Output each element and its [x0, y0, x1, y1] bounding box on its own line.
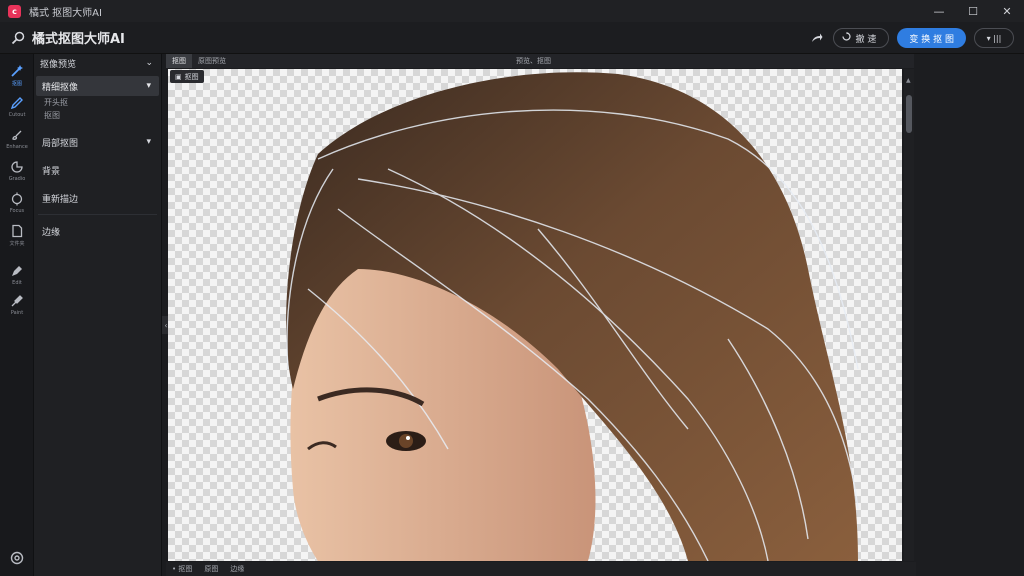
rail-label: Gradio	[8, 176, 26, 182]
cutout-subject-image	[286, 72, 859, 561]
local-cutout-label: 局部抠图	[42, 138, 79, 149]
canvas-vertical-scrollbar[interactable]: ▲	[904, 69, 914, 561]
edge-label: 边缘	[42, 227, 61, 238]
scrollbar-thumb[interactable]	[906, 95, 912, 133]
more-options-dropdown[interactable]: ▾ |||	[974, 28, 1014, 48]
pen-icon	[10, 97, 23, 110]
settings-panel: 抠像预览 ⌄ 精细抠像 ▾ 开头抠 抠图 局部抠图 ▾ 背景 重新描边 边缘	[34, 54, 162, 576]
canvas-tab-bar: 抠图 原图预览 预览、抠图	[166, 54, 916, 68]
rail-item-edit[interactable]: Edit	[0, 264, 34, 286]
caret-down-icon: ▾	[146, 81, 151, 91]
rail-item-cutout[interactable]: 抠图	[0, 64, 34, 87]
rail-item-paint[interactable]: Paint	[0, 294, 34, 316]
status-item[interactable]: • 抠图	[172, 564, 192, 574]
rail-label: Edit	[12, 280, 22, 286]
app-brand-title: 橘式抠图大师AI	[32, 32, 125, 47]
paint-icon	[11, 295, 23, 307]
toolbar: 橘式抠图大师AI 撤 速 变 换 抠 图 ▾ |||	[0, 22, 1024, 54]
rail-label: 抠图	[11, 81, 22, 87]
close-button[interactable]: ✕	[990, 0, 1024, 22]
canvas-view-label: 预览、抠图	[516, 57, 551, 65]
search-icon	[10, 30, 26, 46]
document-icon	[12, 224, 23, 238]
rail-label: Focus	[9, 208, 25, 214]
image-canvas[interactable]: ▣ 抠图	[168, 69, 902, 561]
rail-label: 文件夹	[9, 241, 25, 247]
canvas-status-bar: • 抠图 原图 边缘	[166, 562, 916, 576]
canvas-mode-badge[interactable]: ▣ 抠图	[170, 70, 204, 83]
rail-item-pen[interactable]: Cutout	[0, 96, 34, 118]
undo-button-label: 撤 速	[855, 34, 877, 45]
gradient-icon	[11, 161, 23, 173]
magic-wand-icon	[11, 65, 23, 77]
target-icon	[11, 192, 23, 206]
share-icon[interactable]	[809, 30, 825, 46]
rail-item-focus[interactable]: Focus	[0, 192, 34, 214]
brush-icon	[12, 130, 22, 140]
tool-rail: 抠图 Cutout Enhance Gradio Focus 文件夹 Edit …	[0, 54, 34, 576]
window-title: 橘式 抠图大师AI	[29, 7, 102, 19]
local-cutout-dropdown[interactable]: 局部抠图 ▾	[34, 132, 161, 152]
maximize-button[interactable]: ☐	[956, 0, 990, 22]
rail-label: Paint	[10, 310, 24, 316]
minimize-button[interactable]: —	[922, 0, 956, 22]
panel-header[interactable]: 抠像预览 ⌄	[34, 54, 161, 72]
right-gutter	[914, 54, 1024, 576]
panel-sub-option[interactable]: 抠图	[34, 109, 161, 122]
background-option[interactable]: 背景	[34, 160, 161, 180]
chevron-down-icon: ⌄	[145, 58, 153, 68]
undo-button[interactable]: 撤 速	[832, 28, 890, 48]
edit-icon	[12, 266, 22, 276]
canvas-mode-label: 抠图	[184, 72, 199, 81]
rail-item-files[interactable]: 文件夹	[0, 224, 34, 247]
fine-cutout-label: 精细抠像	[42, 82, 79, 93]
status-item[interactable]: 原图	[204, 564, 218, 574]
rail-label: Enhance	[6, 144, 28, 150]
edge-option[interactable]: 边缘	[34, 221, 161, 241]
panel-sub-option[interactable]: 开头抠	[34, 96, 161, 109]
fine-cutout-dropdown[interactable]: 精细抠像 ▾	[36, 76, 159, 96]
background-label: 背景	[42, 166, 61, 177]
app-logo-icon: c	[8, 4, 21, 18]
window-controls: — ☐ ✕	[922, 0, 1024, 22]
rail-item-gradient[interactable]: Gradio	[0, 160, 34, 182]
transform-cutout-button[interactable]: 变 换 抠 图	[897, 28, 966, 48]
toolbar-actions: 撤 速 变 换 抠 图 ▾ |||	[809, 22, 1014, 54]
rail-item-enhance[interactable]: Enhance	[0, 128, 34, 150]
tab-cutout[interactable]: 抠图	[166, 54, 192, 68]
rail-label: Cutout	[8, 112, 26, 118]
restroke-label: 重新描边	[42, 194, 79, 205]
caret-down-icon: ▾	[146, 137, 151, 147]
panel-divider	[38, 214, 157, 215]
settings-icon[interactable]	[9, 550, 25, 566]
title-bar: c 橘式 抠图大师AI — ☐ ✕	[0, 0, 1024, 22]
tab-original-preview[interactable]: 原图预览	[192, 54, 232, 68]
panel-header-label: 抠像预览	[40, 59, 77, 70]
scroll-up-icon[interactable]: ▲	[906, 77, 911, 84]
image-icon: ▣	[175, 72, 182, 81]
status-item[interactable]: 边缘	[230, 564, 244, 574]
undo-icon	[841, 32, 851, 44]
restroke-option[interactable]: 重新描边	[34, 188, 161, 208]
